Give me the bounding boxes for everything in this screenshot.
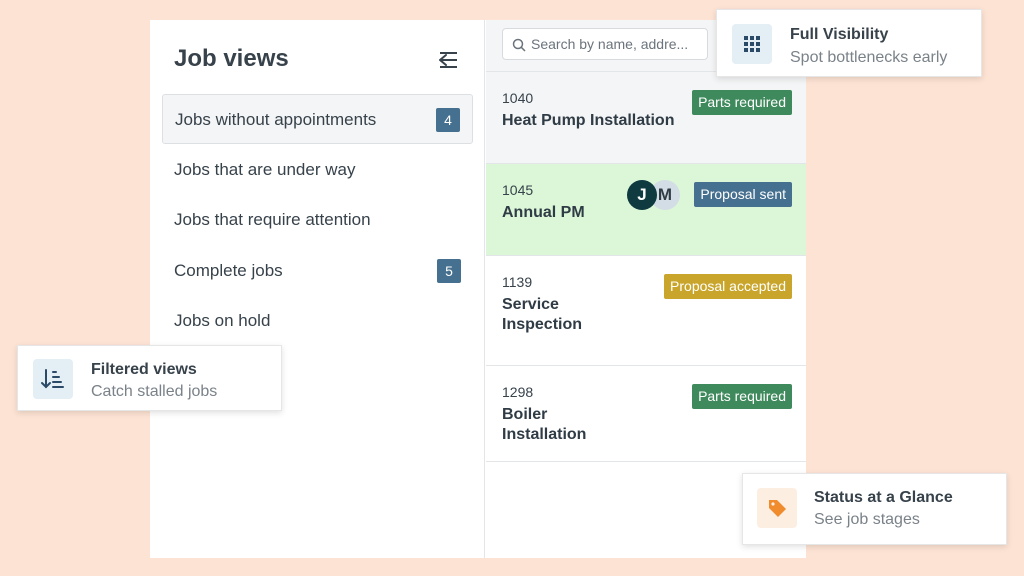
job-card-1045[interactable]: 1045 Annual PM J M Proposal sent [486, 164, 806, 256]
view-item-label: Jobs that are under way [174, 160, 356, 179]
job-title-line: Inspection [502, 316, 583, 333]
sort-descending-icon [33, 359, 73, 399]
avatar[interactable]: J [627, 180, 657, 210]
job-title-line: Boiler [502, 406, 548, 423]
callout-status-at-a-glance: Status at a Glance See job stages [742, 473, 1007, 545]
callout-subtitle: See job stages [814, 511, 920, 528]
callout-filtered-views: Filtered views Catch stalled jobs [17, 345, 282, 411]
view-item-jobs-on-hold[interactable]: Jobs on hold [162, 296, 473, 346]
callout-full-visibility: Full Visibility Spot bottlenecks early [716, 9, 982, 77]
job-number: 1040 [502, 90, 534, 106]
job-views-sidebar: Job views Jobs without appointments 4 Jo… [150, 20, 485, 558]
job-card-1139[interactable]: 1139 Service Inspection Proposal accepte… [486, 256, 806, 366]
view-item-label: Jobs on hold [174, 311, 271, 330]
tag-icon [757, 488, 797, 528]
callout-subtitle: Spot bottlenecks early [790, 49, 948, 66]
view-item-jobs-under-way[interactable]: Jobs that are under way [162, 145, 473, 195]
sidebar-title: Job views [174, 45, 289, 72]
status-badge: Proposal sent [694, 182, 792, 207]
job-title-line: Installation [502, 426, 587, 443]
callout-title: Status at a Glance [814, 489, 953, 506]
status-badge: Parts required [692, 90, 792, 115]
grid-icon [732, 24, 772, 64]
view-item-jobs-without-appointments[interactable]: Jobs without appointments 4 [162, 94, 473, 144]
view-item-label: Jobs that require attention [174, 210, 371, 229]
search-icon [512, 38, 526, 52]
status-badge: Proposal accepted [664, 274, 792, 299]
count-badge: 4 [436, 108, 460, 132]
view-item-label: Complete jobs [174, 261, 283, 280]
job-title: Annual PM [502, 204, 585, 221]
job-title-line: Service [502, 296, 559, 313]
job-title: Heat Pump Installation [502, 112, 675, 129]
collapse-menu-icon[interactable] [437, 50, 459, 70]
app-window: Job views Jobs without appointments 4 Jo… [150, 20, 806, 558]
job-card-1040[interactable]: 1040 Heat Pump Installation Parts requir… [486, 72, 806, 164]
view-item-label: Jobs without appointments [175, 110, 377, 129]
view-item-complete-jobs[interactable]: Complete jobs 5 [162, 246, 473, 296]
status-badge: Parts required [692, 384, 792, 409]
job-number: 1298 [502, 384, 534, 400]
job-number: 1139 [502, 274, 533, 290]
search-box[interactable] [502, 28, 708, 60]
view-item-jobs-require-attention[interactable]: Jobs that require attention [162, 195, 473, 245]
callout-subtitle: Catch stalled jobs [91, 383, 218, 400]
callout-title: Full Visibility [790, 26, 889, 43]
count-badge: 5 [437, 259, 461, 283]
search-input[interactable] [531, 29, 705, 59]
callout-title: Filtered views [91, 361, 197, 378]
job-card-1298[interactable]: 1298 Boiler Installation Parts required [486, 366, 806, 462]
job-number: 1045 [502, 182, 534, 198]
